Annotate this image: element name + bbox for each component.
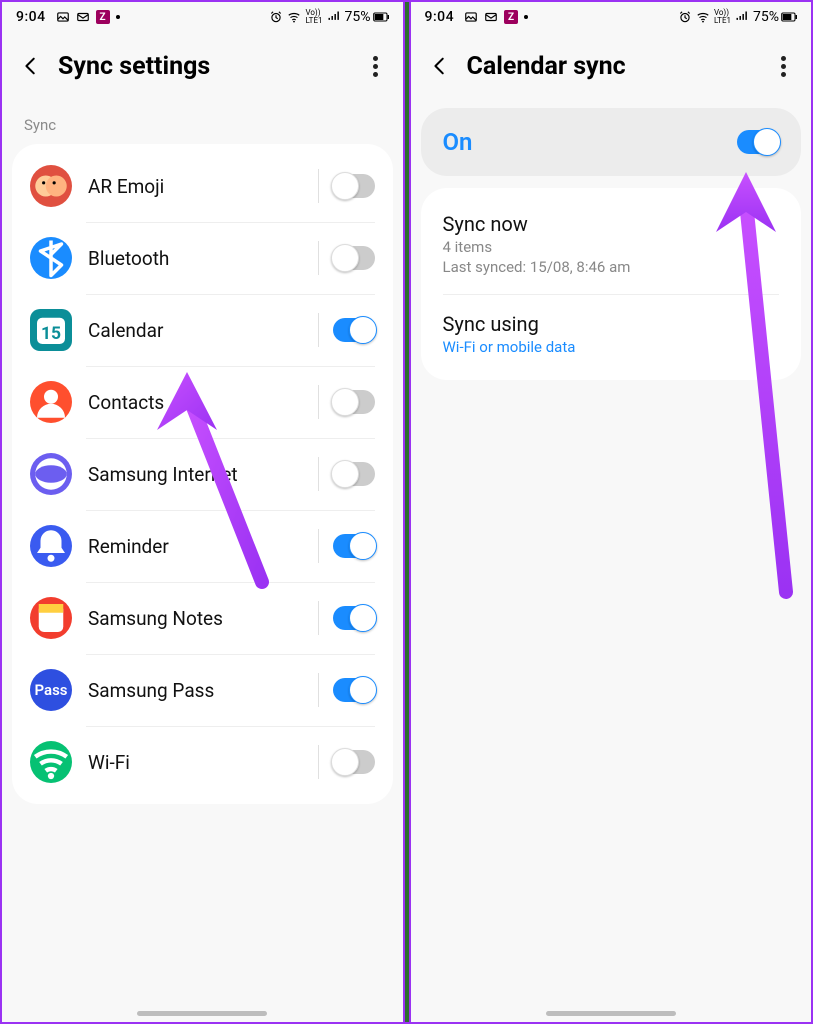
sync-item-label: AR Emoji [88, 175, 304, 198]
page-title: Sync settings [58, 52, 373, 81]
separator [318, 529, 319, 563]
sync-item-toggle[interactable] [333, 462, 375, 486]
status-bar: 9:04 Z Vo))LTE1 75% [411, 2, 812, 30]
sync-item-toggle[interactable] [333, 318, 375, 342]
app-icon [30, 525, 72, 567]
sync-item-wi-fi[interactable]: Wi-Fi [12, 726, 393, 798]
sync-item-calendar[interactable]: 15 Calendar [12, 294, 393, 366]
section-label: Sync [2, 102, 403, 144]
separator [318, 601, 319, 635]
sync-item-toggle[interactable] [333, 678, 375, 702]
header: Calendar sync [411, 30, 812, 102]
page-title: Calendar sync [467, 52, 782, 81]
sync-now-items: 4 items [443, 238, 780, 256]
sync-item-contacts[interactable]: Contacts [12, 366, 393, 438]
mail-icon [76, 10, 90, 24]
back-icon[interactable] [20, 55, 42, 77]
app-icon [30, 165, 72, 207]
more-icon[interactable] [781, 56, 787, 77]
volte-indicator: Vo))LTE1 [714, 9, 731, 25]
alarm-icon [269, 10, 283, 24]
separator [318, 313, 319, 347]
separator [318, 457, 319, 491]
battery-icon [781, 11, 797, 23]
sync-item-samsung-notes[interactable]: Samsung Notes [12, 582, 393, 654]
sync-item-toggle[interactable] [333, 534, 375, 558]
sync-item-samsung-internet[interactable]: Samsung Internet [12, 438, 393, 510]
app-icon [30, 381, 72, 423]
app-icon [30, 741, 72, 783]
sync-list: AR Emoji Bluetooth 15 Calendar Contacts Samsu… [12, 144, 393, 804]
signal-icon [735, 10, 749, 24]
sync-using-row[interactable]: Sync using Wi-Fi or mobile data [421, 294, 802, 374]
volte-indicator: Vo))LTE1 [305, 9, 322, 25]
sync-item-toggle[interactable] [333, 606, 375, 630]
sync-item-toggle[interactable] [333, 750, 375, 774]
sync-item-reminder[interactable]: Reminder [12, 510, 393, 582]
separator [318, 745, 319, 779]
wifi-icon [696, 10, 710, 24]
sync-using-title: Sync using [443, 312, 780, 336]
nav-handle[interactable] [546, 1011, 676, 1016]
sync-using-value: Wi-Fi or mobile data [443, 338, 780, 356]
gallery-icon [464, 10, 478, 24]
separator [318, 169, 319, 203]
header: Sync settings [2, 30, 403, 102]
sync-item-label: Reminder [88, 535, 304, 558]
more-icon[interactable] [373, 56, 379, 77]
separator [318, 385, 319, 419]
separator [318, 241, 319, 275]
master-toggle-row[interactable]: On [421, 108, 802, 176]
app-badge-icon: Z [504, 10, 518, 24]
app-icon [30, 597, 72, 639]
sync-item-label: Wi-Fi [88, 751, 304, 774]
sync-item-label: Samsung Pass [88, 679, 304, 702]
screen-calendar-sync: 9:04 Z Vo))LTE1 75% Calendar sync On [411, 2, 812, 1022]
app-icon [30, 453, 72, 495]
battery-percent: 75% [345, 9, 371, 25]
battery-icon [373, 11, 389, 23]
sync-details-card: Sync now 4 items Last synced: 15/08, 8:4… [421, 188, 802, 380]
master-toggle[interactable] [737, 130, 779, 154]
sync-now-row[interactable]: Sync now 4 items Last synced: 15/08, 8:4… [421, 194, 802, 294]
app-icon: Pass [30, 669, 72, 711]
screen-sync-settings: 9:04 Z Vo))LTE1 75% Sync settings Sync A… [2, 2, 403, 1022]
wifi-icon [287, 10, 301, 24]
gallery-icon [56, 10, 70, 24]
status-bar: 9:04 Z Vo))LTE1 75% [2, 2, 403, 30]
battery-percent: 75% [753, 9, 779, 25]
sync-item-ar-emoji[interactable]: AR Emoji [12, 150, 393, 222]
sync-item-label: Contacts [88, 391, 304, 414]
status-time: 9:04 [425, 9, 455, 25]
back-icon[interactable] [429, 55, 451, 77]
nav-handle[interactable] [137, 1011, 267, 1016]
sync-now-last: Last synced: 15/08, 8:46 am [443, 258, 780, 276]
signal-icon [327, 10, 341, 24]
separator [318, 673, 319, 707]
sync-item-label: Samsung Internet [88, 463, 304, 486]
sync-item-bluetooth[interactable]: Bluetooth [12, 222, 393, 294]
sync-item-toggle[interactable] [333, 390, 375, 414]
sync-item-toggle[interactable] [333, 246, 375, 270]
status-dot [524, 15, 528, 19]
mail-icon [484, 10, 498, 24]
status-dot [116, 15, 120, 19]
sync-now-title: Sync now [443, 212, 780, 236]
alarm-icon [678, 10, 692, 24]
svg-text:15: 15 [41, 324, 61, 344]
master-toggle-label: On [443, 128, 738, 156]
sync-item-samsung-pass[interactable]: Pass Samsung Pass [12, 654, 393, 726]
sync-item-label: Samsung Notes [88, 607, 304, 630]
app-badge-icon: Z [96, 10, 110, 24]
sync-item-toggle[interactable] [333, 174, 375, 198]
sync-item-label: Calendar [88, 319, 304, 342]
sync-item-label: Bluetooth [88, 247, 304, 270]
app-icon [30, 237, 72, 279]
status-time: 9:04 [16, 9, 46, 25]
